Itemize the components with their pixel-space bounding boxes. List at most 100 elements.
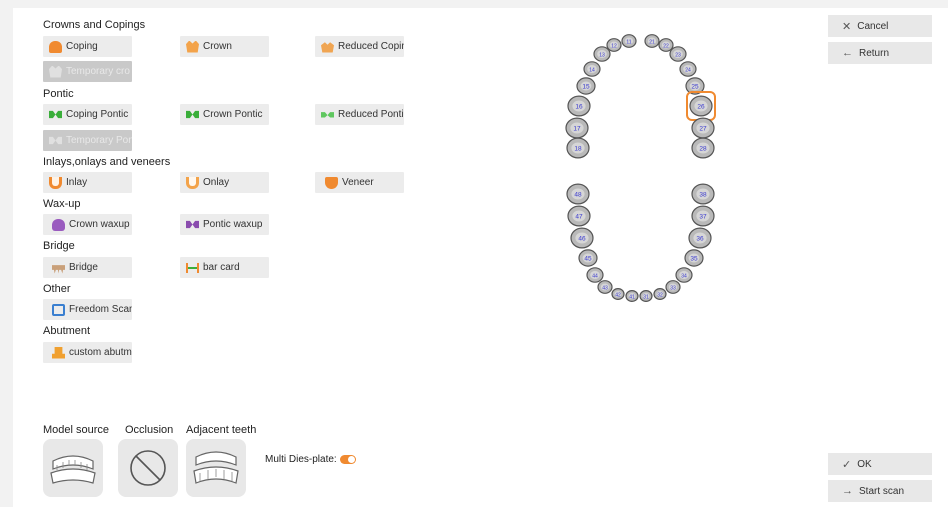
tooth-number: 34 — [681, 274, 687, 280]
tooth-17[interactable]: 17 — [565, 117, 589, 139]
coping-pontic-button[interactable]: Coping Pontic — [43, 104, 132, 125]
tooth-45[interactable]: 45 — [578, 249, 598, 267]
crown-waxup-button[interactable]: Crown waxup — [43, 214, 132, 235]
tooth-32[interactable]: 32 — [653, 288, 667, 301]
pontic-waxup-button[interactable]: Pontic waxup — [180, 214, 269, 235]
tooth-12[interactable]: 12 — [606, 38, 622, 52]
tooth-28[interactable]: 28 — [691, 137, 715, 159]
inlay-label: Inlay — [66, 177, 88, 188]
start-scan-label: Start scan — [859, 485, 905, 497]
model-source-label: Model source — [43, 424, 110, 436]
tooth-15[interactable]: 15 — [576, 77, 596, 95]
tooth-26[interactable]: 26 — [686, 91, 716, 121]
coping-icon — [49, 40, 62, 53]
bar-card-button[interactable]: bar card — [180, 257, 269, 278]
cancel-button[interactable]: ✕ Cancel — [828, 15, 932, 37]
tooth-37[interactable]: 37 — [691, 205, 715, 227]
crown-label: Crown — [203, 41, 232, 52]
tooth-number: 25 — [691, 84, 699, 91]
ok-button[interactable]: ✓ OK — [828, 453, 932, 475]
temporary-crown-label: Temporary cro — [66, 66, 130, 77]
crown-icon — [186, 40, 199, 53]
custom-abutment-button[interactable]: custom abutme — [43, 342, 132, 363]
tooth-42[interactable]: 42 — [611, 288, 625, 301]
tooth-number: 17 — [573, 126, 581, 133]
tooth-13[interactable]: 13 — [593, 46, 611, 62]
tooth-43[interactable]: 43 — [597, 280, 613, 294]
veneer-button[interactable]: Veneer — [315, 172, 404, 193]
tooth-27[interactable]: 27 — [691, 117, 715, 139]
tooth-23[interactable]: 23 — [669, 46, 687, 62]
adjacent-teeth-tile[interactable] — [186, 439, 246, 497]
inlay-button[interactable]: Inlay — [43, 172, 132, 193]
multi-dies-label: Multi Dies-plate: — [265, 454, 337, 465]
occlusion-tile[interactable] — [118, 439, 178, 497]
crown-waxup-label: Crown waxup — [69, 219, 130, 230]
bar-card-label: bar card — [203, 262, 240, 273]
crown-button[interactable]: Crown — [180, 36, 269, 57]
tooth-36[interactable]: 36 — [688, 227, 712, 249]
freedom-scan-button[interactable]: Freedom Scan — [43, 299, 132, 320]
tooth-34[interactable]: 34 — [675, 267, 693, 283]
section-crowns-copings: Crowns and Copings — [43, 19, 146, 31]
tooth-44[interactable]: 44 — [586, 267, 604, 283]
arrow-left-icon: ← — [842, 47, 853, 59]
crown-pontic-button[interactable]: Crown Pontic — [180, 104, 269, 125]
crown-pontic-icon — [186, 110, 199, 119]
bar-card-icon — [186, 262, 199, 274]
section-other: Other — [43, 283, 71, 295]
no-occlusion-icon — [130, 450, 166, 486]
check-icon: ✓ — [842, 458, 852, 471]
section-bridge: Bridge — [43, 240, 75, 252]
tooth-number: 32 — [657, 293, 663, 299]
temporary-pontic-button[interactable]: Temporary Pon — [43, 130, 132, 151]
tooth-47[interactable]: 47 — [567, 205, 591, 227]
tooth-number: 27 — [699, 126, 707, 133]
tooth-number: 35 — [690, 256, 698, 263]
tooth-38[interactable]: 38 — [691, 183, 715, 205]
bridge-button[interactable]: Bridge — [43, 257, 132, 278]
freedom-scan-label: Freedom Scan — [69, 304, 132, 315]
tooth-number: 11 — [626, 40, 631, 46]
tooth-number: 36 — [696, 236, 704, 243]
tooth-11[interactable]: 11 — [621, 34, 637, 48]
reduced-coping-button[interactable]: Reduced Copin — [315, 36, 404, 57]
tooth-14[interactable]: 14 — [583, 61, 601, 77]
tooth-22[interactable]: 22 — [658, 38, 674, 52]
tooth-number: 22 — [663, 44, 669, 50]
coping-button[interactable]: Coping — [43, 36, 132, 57]
onlay-icon — [186, 176, 199, 189]
temporary-crown-button[interactable]: Temporary cro — [43, 61, 132, 82]
tooth-46[interactable]: 46 — [570, 227, 594, 249]
tooth-16[interactable]: 16 — [567, 95, 591, 117]
tooth-48[interactable]: 48 — [566, 183, 590, 205]
tooth-33[interactable]: 33 — [665, 280, 681, 294]
tooth-number: 45 — [584, 256, 592, 263]
return-button[interactable]: ← Return — [828, 42, 932, 64]
start-scan-button[interactable]: → Start scan — [828, 480, 932, 502]
model-source-tile[interactable] — [43, 439, 103, 497]
cancel-label: Cancel — [857, 20, 889, 32]
veneer-icon — [325, 176, 338, 189]
tooth-number: 44 — [592, 274, 598, 280]
pontic-waxup-label: Pontic waxup — [203, 219, 263, 230]
tooth-31[interactable]: 31 — [639, 290, 653, 303]
reduced-pontic-label: Reduced Pontic — [338, 109, 404, 120]
return-label: Return — [859, 47, 890, 59]
tooth-41[interactable]: 41 — [625, 290, 639, 303]
tooth-21[interactable]: 21 — [644, 34, 660, 48]
multi-dies-toggle[interactable] — [339, 455, 356, 464]
temporary-pontic-icon — [49, 136, 62, 145]
tooth-number: 26 — [697, 104, 705, 111]
tooth-number: 14 — [589, 68, 595, 74]
tooth-18[interactable]: 18 — [566, 137, 590, 159]
tooth-number: 16 — [575, 104, 583, 111]
tooth-35[interactable]: 35 — [684, 249, 704, 267]
pontic-waxup-icon — [186, 220, 199, 229]
tooth-24[interactable]: 24 — [679, 61, 697, 77]
onlay-button[interactable]: Onlay — [180, 172, 269, 193]
tooth-number: 43 — [602, 286, 608, 292]
tooth-number: 23 — [675, 53, 681, 59]
reduced-pontic-button[interactable]: Reduced Pontic — [315, 104, 404, 125]
occlusion-label: Occlusion — [125, 424, 174, 436]
